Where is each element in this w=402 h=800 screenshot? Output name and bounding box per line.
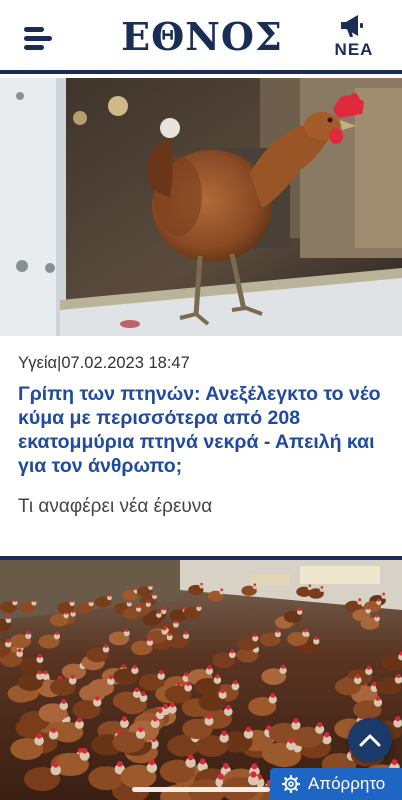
- site-header: ΕΘΝΟΣ ΝΕΑ: [0, 0, 402, 74]
- gear-icon: [282, 775, 300, 793]
- nea-label: ΝΕΑ: [334, 40, 374, 59]
- nea-button[interactable]: ΝΕΑ: [334, 14, 374, 64]
- site-logo[interactable]: ΕΘΝΟΣ: [116, 14, 288, 60]
- article-card[interactable]: Υγεία|07.02.2023 18:47 Γρίπη των πτηνών:…: [0, 336, 402, 556]
- home-indicator[interactable]: [132, 787, 270, 792]
- article-date: 07.02.2023 18:47: [61, 354, 190, 372]
- chevron-up-icon: [359, 734, 381, 747]
- article-category[interactable]: Υγεία: [18, 354, 57, 372]
- article-subtitle: Τι αναφέρει νέα έρευνα: [18, 496, 213, 517]
- scroll-to-top-button[interactable]: [348, 718, 392, 762]
- article-headline[interactable]: Γρίπη των πτηνών: Ανεξέλεγκτο το νέο κύμ…: [18, 382, 388, 478]
- article-image-flock[interactable]: [0, 560, 402, 800]
- privacy-settings-button[interactable]: Απόρρητο: [270, 768, 402, 800]
- chicken-photo-illustration: [0, 78, 402, 336]
- flock-photo-illustration: [0, 560, 402, 800]
- article-meta: Υγεία|07.02.2023 18:47: [18, 354, 190, 373]
- article-image-chicken[interactable]: [0, 78, 402, 336]
- hamburger-menu-icon[interactable]: [24, 24, 54, 54]
- megaphone-icon: [341, 15, 363, 37]
- privacy-label: Απόρρητο: [308, 774, 386, 793]
